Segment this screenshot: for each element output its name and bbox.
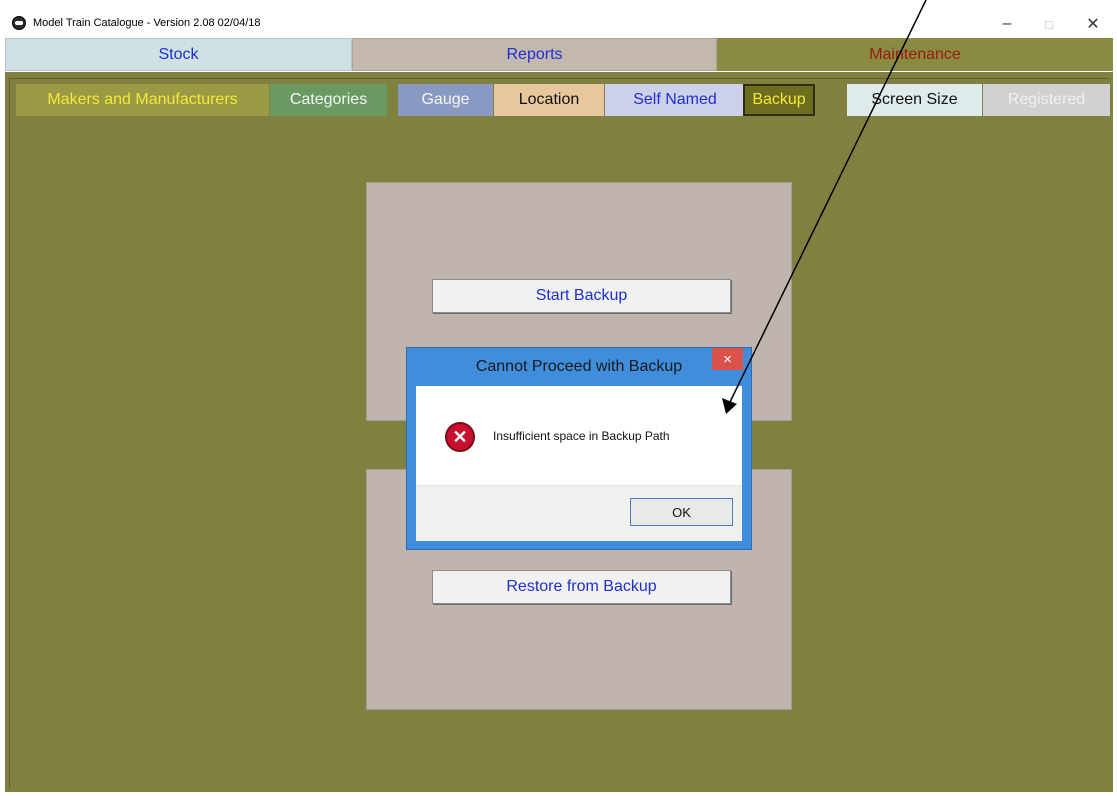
start-backup-button[interactable]: Start Backup bbox=[432, 279, 731, 313]
title-bar: Model Train Catalogue - Version 2.08 02/… bbox=[5, 11, 1113, 39]
ok-button[interactable]: OK bbox=[630, 498, 733, 526]
close-button[interactable]: ✕ bbox=[1076, 13, 1110, 35]
subtab-backup[interactable]: Backup bbox=[743, 84, 815, 116]
error-icon: ✕ bbox=[445, 422, 475, 452]
dialog-body: ✕ Insufficient space in Backup Path OK bbox=[416, 386, 742, 541]
maximize-button[interactable]: □ bbox=[1032, 13, 1066, 35]
minimize-button[interactable]: – bbox=[990, 13, 1024, 35]
subtab-gauge[interactable]: Gauge bbox=[398, 84, 493, 116]
tab-stock[interactable]: Stock bbox=[5, 38, 352, 71]
main-tab-bar: Stock Reports Maintenance bbox=[5, 38, 1113, 72]
subtab-location[interactable]: Location bbox=[494, 84, 604, 116]
dialog-footer: OK bbox=[416, 485, 742, 541]
tab-maintenance[interactable]: Maintenance bbox=[717, 38, 1113, 71]
window-title: Model Train Catalogue - Version 2.08 02/… bbox=[33, 17, 261, 29]
subtab-registered[interactable]: Registered bbox=[983, 84, 1110, 116]
restore-from-backup-button[interactable]: Restore from Backup bbox=[432, 570, 731, 604]
app-icon bbox=[12, 16, 26, 30]
error-dialog: Cannot Proceed with Backup × ✕ Insuffici… bbox=[406, 347, 752, 550]
subtab-makers-and-manufacturers[interactable]: Makers and Manufacturers bbox=[16, 84, 269, 116]
dialog-close-button[interactable]: × bbox=[712, 348, 743, 370]
dialog-title: Cannot Proceed with Backup bbox=[475, 358, 683, 375]
subtab-screen-size[interactable]: Screen Size bbox=[847, 84, 982, 116]
subtab-self-named[interactable]: Self Named bbox=[605, 84, 745, 116]
subtab-categories[interactable]: Categories bbox=[270, 84, 387, 116]
tab-reports[interactable]: Reports bbox=[352, 38, 717, 71]
dialog-message: Insufficient space in Backup Path bbox=[493, 429, 670, 443]
